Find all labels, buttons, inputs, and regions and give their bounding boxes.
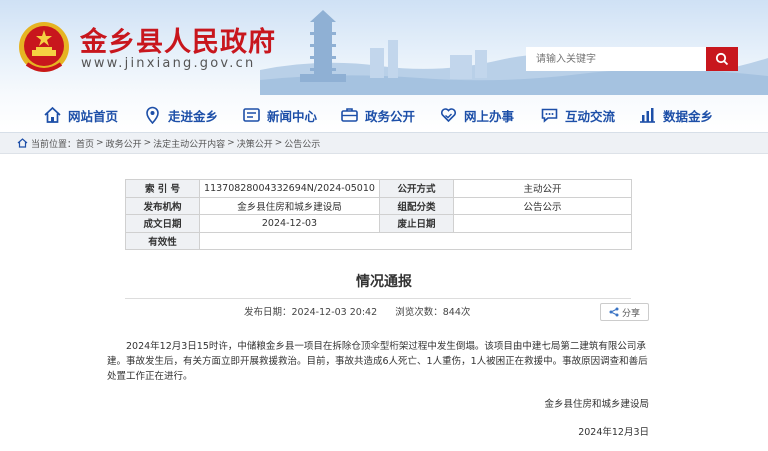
search-box [526, 47, 738, 71]
national-emblem-icon [19, 22, 69, 72]
date-value: 2024-12-03 [199, 214, 380, 233]
nav-label: 走进金乡 [168, 108, 219, 124]
chat-icon [541, 108, 558, 123]
site-header: 金乡县人民政府 www.jinxiang.gov.cn [0, 0, 768, 95]
breadcrumb: 当前位置： 首页 > 政务公开 > 法定主动公开内容 > 决策公开 > 公告公示 [0, 133, 768, 154]
index-label: 索 引 号 [125, 179, 200, 198]
search-icon [715, 52, 729, 66]
nav-item-gov-affairs[interactable]: 政务公开 [340, 104, 415, 126]
nav-item-interaction[interactable]: 互动交流 [540, 104, 615, 126]
abolish-label: 废止日期 [379, 214, 454, 233]
validity-label: 有效性 [125, 231, 200, 250]
news-icon [243, 108, 260, 122]
nav-item-online-service[interactable]: 网上办事 [439, 104, 514, 126]
meta-text: 发布日期：2024-12-03 20:42 浏览次数：844次 [244, 304, 470, 318]
search-input[interactable] [526, 47, 706, 71]
view-count: 浏览次数：844次 [395, 307, 471, 318]
share-label: 分享 [621, 308, 640, 319]
breadcrumb-item-announcement[interactable]: 公告公示 [284, 137, 320, 150]
signature: 金乡县住房和城乡建设局 [544, 399, 649, 410]
abolish-value [453, 214, 632, 233]
heart-hands-icon [440, 108, 457, 123]
main-nav: 网站首页 走进金乡 新闻中心 政务公开 网上办事 互动交流 数据金乡 [0, 95, 768, 133]
index-value: 11370828004332694N/2024-05010 [199, 179, 380, 198]
nav-label: 网站首页 [68, 108, 119, 124]
table-row: 有效性 [125, 231, 632, 250]
home-icon [44, 106, 61, 123]
divider [125, 298, 631, 299]
breadcrumb-item-decision[interactable]: 决策公开 [237, 137, 273, 150]
breadcrumb-prefix: 当前位置： [31, 139, 77, 150]
table-row: 索 引 号 11370828004332694N/2024-05010 公开方式… [125, 179, 632, 198]
nav-item-about[interactable]: 走进金乡 [143, 104, 218, 126]
nav-label: 网上办事 [464, 108, 515, 124]
breadcrumb-item-gov-affairs[interactable]: 政务公开 [106, 137, 142, 150]
site-title: 金乡县人民政府 [80, 27, 276, 58]
chart-icon [640, 108, 655, 123]
category-value: 公告公示 [453, 196, 632, 215]
nav-label: 数据金乡 [663, 108, 714, 124]
nav-item-data[interactable]: 数据金乡 [638, 104, 713, 126]
search-button[interactable] [706, 47, 738, 71]
nav-label: 新闻中心 [267, 108, 318, 124]
table-row: 成文日期 2024-12-03 废止日期 [125, 214, 632, 233]
breadcrumb-separator: > [274, 138, 283, 148]
article-meta: 发布日期：2024-12-03 20:42 浏览次数：844次 分享 [0, 298, 768, 324]
home-icon [17, 138, 28, 148]
nav-label: 互动交流 [565, 108, 616, 124]
sign-date: 2024年12月3日 [578, 427, 649, 438]
site-url: www.jinxiang.gov.cn [81, 56, 256, 71]
validity-value [199, 231, 632, 250]
share-icon [609, 307, 619, 317]
breadcrumb-item-home[interactable]: 首页 [76, 137, 94, 150]
publisher-value: 金乡县住房和城乡建设局 [199, 196, 380, 215]
briefcase-icon [341, 108, 358, 122]
disclosure-label: 公开方式 [379, 179, 454, 198]
article-body: 2024年12月3日15时许，中储粮金乡县一项目在拆除仓顶伞型桁架过程中发生倒塌… [107, 341, 648, 382]
share-button[interactable]: 分享 [600, 303, 649, 321]
category-label: 组配分类 [379, 196, 454, 215]
publisher-label: 发布机构 [125, 196, 200, 215]
article-title: 情况通报 [356, 274, 412, 290]
breadcrumb-separator: > [143, 138, 152, 148]
publish-time: 发布日期：2024-12-03 20:42 [244, 307, 378, 318]
disclosure-value: 主动公开 [453, 179, 632, 198]
nav-item-home[interactable]: 网站首页 [43, 104, 118, 126]
table-row: 发布机构 金乡县住房和城乡建设局 组配分类 公告公示 [125, 196, 632, 215]
breadcrumb-separator: > [96, 138, 104, 148]
breadcrumb-item-statutory[interactable]: 法定主动公开内容 [153, 137, 225, 150]
location-pin-icon [146, 106, 159, 124]
nav-label: 政务公开 [365, 108, 416, 124]
date-label: 成文日期 [125, 214, 200, 233]
document-info-table: 索 引 号 11370828004332694N/2024-05010 公开方式… [125, 179, 632, 250]
breadcrumb-separator: > [227, 138, 235, 148]
nav-item-news[interactable]: 新闻中心 [242, 104, 317, 126]
